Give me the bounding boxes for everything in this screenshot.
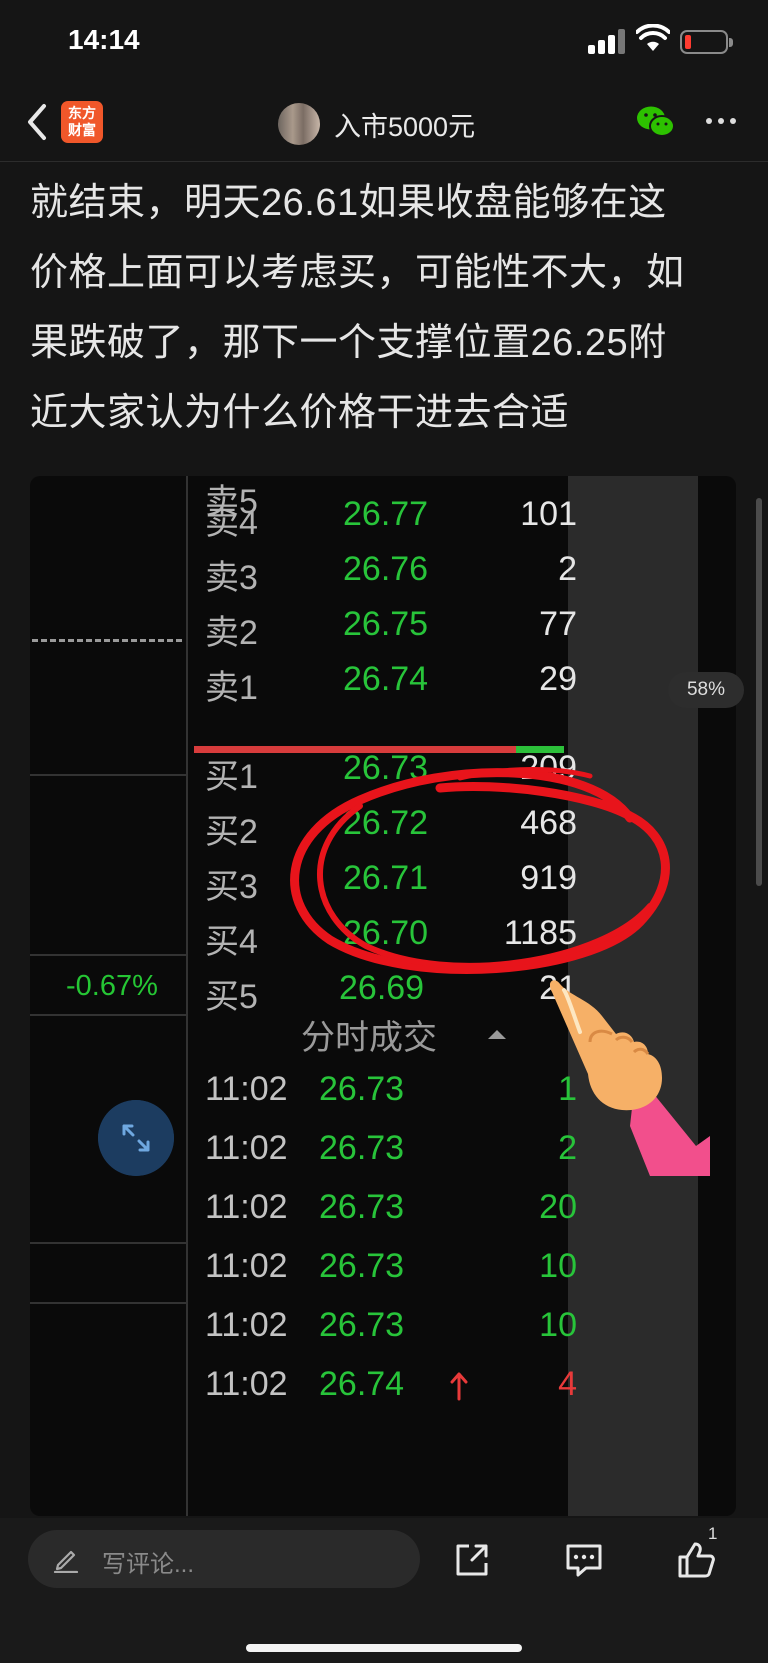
tick-time: 11:02 bbox=[205, 1247, 288, 1285]
post-body: 就结束，明天26.61如果收盘能够在这 价格上面可以考虑买，可能性不大，如 果跌… bbox=[30, 168, 742, 448]
bid-label: 买2 bbox=[205, 813, 258, 851]
tick-row-partial bbox=[205, 1420, 577, 1472]
tick-row: 11:02 26.73 2 bbox=[205, 1125, 577, 1177]
ask-price: 26.77 bbox=[343, 495, 429, 533]
tick-row: 11:02 26.73 1 bbox=[205, 1066, 577, 1118]
bid-price: 26.70 bbox=[343, 914, 429, 952]
post-line: 就结束，明天26.61如果收盘能够在这 bbox=[30, 182, 667, 224]
logo-line1: 东方 bbox=[68, 105, 96, 121]
bid-label: 买4 bbox=[205, 923, 258, 961]
bid-price: 26.69 bbox=[339, 969, 425, 1007]
tick-volume: 10 bbox=[539, 1306, 577, 1344]
comment-placeholder: 写评论... bbox=[102, 1551, 195, 1578]
bid-label: 买3 bbox=[205, 868, 258, 906]
scrollbar[interactable] bbox=[756, 498, 762, 886]
ask-volume: 101 bbox=[520, 495, 577, 533]
share-icon[interactable] bbox=[452, 1540, 492, 1580]
tick-time: 11:02 bbox=[205, 1365, 288, 1403]
bottom-action-bar: 写评论... 1 bbox=[0, 1518, 768, 1663]
tick-price: 26.73 bbox=[319, 1129, 405, 1167]
pointing-hand-icon bbox=[550, 980, 710, 1176]
ask-volume: 29 bbox=[539, 660, 577, 698]
status-time: 14:14 bbox=[68, 24, 140, 55]
bid-label: 买1 bbox=[205, 758, 258, 796]
avatar[interactable] bbox=[278, 103, 320, 145]
bid-price: 26.73 bbox=[343, 749, 429, 787]
nav-bar: 东方 财富 入市5000元 bbox=[0, 86, 768, 162]
bid-row: 买5 26.69 21 bbox=[205, 963, 577, 1016]
post-line: 果跌破了，那下一个支撑位置26.25附 bbox=[30, 322, 667, 364]
tick-price: 26.74 bbox=[319, 1365, 405, 1403]
expand-icon bbox=[98, 1100, 174, 1176]
app-logo[interactable]: 东方 财富 bbox=[61, 101, 103, 143]
nav-divider bbox=[0, 161, 768, 162]
like-icon[interactable] bbox=[676, 1540, 716, 1580]
post-line: 价格上面可以考虑买，可能性不大，如 bbox=[30, 252, 685, 294]
status-bar: 14:14 bbox=[0, 0, 768, 86]
bid-row: 买2 26.72 468 bbox=[205, 798, 577, 851]
tick-header: 分时成交 bbox=[301, 1019, 437, 1057]
ask-label: 卖3 bbox=[205, 559, 258, 597]
ask-price: 26.74 bbox=[343, 660, 429, 698]
tick-row: 11:02 26.74 4 bbox=[205, 1361, 577, 1413]
tick-row: 11:02 26.73 10 bbox=[205, 1302, 577, 1354]
battery-icon bbox=[680, 30, 733, 54]
post-line: 近大家认为什么价格干进去合适 bbox=[30, 392, 570, 434]
tick-volume: 4 bbox=[558, 1365, 577, 1403]
ask-volume: 2 bbox=[558, 550, 577, 588]
change-percent: -0.67% bbox=[66, 970, 158, 1002]
tick-price: 26.73 bbox=[319, 1247, 405, 1285]
sort-up-icon bbox=[488, 1030, 506, 1039]
bid-label: 买5 bbox=[205, 978, 258, 1016]
ask-price: 26.76 bbox=[343, 550, 429, 588]
more-options-icon[interactable] bbox=[706, 118, 736, 126]
ask-row: 卖4 26.77 101 bbox=[205, 489, 577, 542]
post-image[interactable]: -0.67% 卖5 卖4 26.77 101 卖3 26.76 2 卖2 26.… bbox=[30, 476, 736, 1516]
panel-divider bbox=[186, 476, 188, 1516]
tick-volume: 10 bbox=[539, 1247, 577, 1285]
tick-time: 11:02 bbox=[205, 1129, 288, 1167]
wifi-icon bbox=[636, 24, 670, 51]
comment-icon[interactable] bbox=[564, 1540, 604, 1580]
bid-volume: 209 bbox=[520, 749, 577, 787]
tick-price: 26.73 bbox=[319, 1188, 405, 1226]
bid-price: 26.71 bbox=[343, 859, 429, 897]
tick-time: 11:02 bbox=[205, 1188, 288, 1226]
tick-time: 11:02 bbox=[205, 1306, 288, 1344]
ask-label: 卖2 bbox=[205, 614, 258, 652]
bid-volume: 1185 bbox=[503, 914, 577, 952]
tick-volume: 20 bbox=[539, 1188, 577, 1226]
bid-price: 26.72 bbox=[343, 804, 429, 842]
tick-time: 11:02 bbox=[205, 1070, 288, 1108]
price-up-arrow-icon bbox=[450, 1372, 468, 1401]
tick-row: 11:02 26.73 20 bbox=[205, 1184, 577, 1236]
like-count: 1 bbox=[708, 1524, 718, 1543]
back-arrow-icon[interactable] bbox=[22, 100, 52, 144]
ask-label: 卖4 bbox=[205, 504, 258, 542]
home-indicator[interactable] bbox=[246, 1644, 522, 1652]
author-info[interactable]: 入市5000元 bbox=[278, 102, 475, 146]
logo-line2: 财富 bbox=[68, 122, 96, 138]
scroll-progress-badge: 58% bbox=[668, 672, 744, 708]
ask-row: 卖3 26.76 2 bbox=[205, 544, 577, 597]
pencil-icon bbox=[53, 1550, 79, 1573]
bid-row: 买4 26.70 1185 bbox=[205, 908, 577, 961]
wechat-share-icon[interactable] bbox=[636, 104, 676, 140]
ask-volume: 77 bbox=[539, 605, 577, 643]
comment-input[interactable]: 写评论... bbox=[28, 1530, 420, 1588]
bid-volume: 468 bbox=[520, 804, 577, 842]
tick-price: 26.73 bbox=[319, 1070, 405, 1108]
author-name[interactable]: 入市5000元 bbox=[334, 105, 475, 144]
cellular-signal-icon bbox=[588, 28, 628, 54]
bid-row: 买1 26.73 209 bbox=[205, 743, 577, 796]
tick-row: 11:02 26.73 10 bbox=[205, 1243, 577, 1295]
ask-label: 卖1 bbox=[205, 669, 258, 707]
ask-row: 卖1 26.74 29 bbox=[205, 654, 577, 707]
bid-volume: 919 bbox=[520, 859, 577, 897]
reference-dashed-line bbox=[32, 639, 182, 642]
ask-price: 26.75 bbox=[343, 605, 429, 643]
ask-row: 卖2 26.75 77 bbox=[205, 599, 577, 652]
tick-price: 26.73 bbox=[319, 1306, 405, 1344]
bid-row: 买3 26.71 919 bbox=[205, 853, 577, 906]
